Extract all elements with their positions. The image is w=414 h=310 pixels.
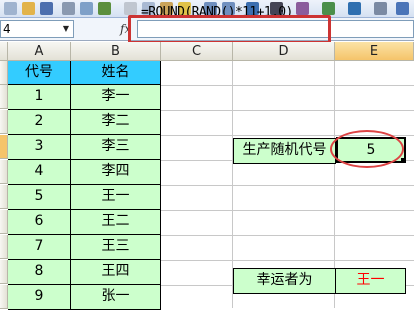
cut-icon[interactable] [124,2,137,15]
code-cell[interactable]: 8 [8,260,71,285]
save-icon[interactable] [40,2,53,15]
name-box-value: 4 [3,22,11,36]
zoom-icon[interactable] [374,2,387,15]
column-header-d[interactable]: D [233,42,335,61]
sort-icon[interactable] [296,2,309,15]
code-cell[interactable]: 3 [8,135,71,160]
row-header[interactable] [0,285,8,309]
code-cell[interactable]: 1 [8,85,71,110]
formula-highlight-box [128,15,331,44]
row-header[interactable] [0,260,8,284]
preview-icon[interactable] [80,2,93,15]
code-cell[interactable]: 2 [8,110,71,135]
lucky-value-cell[interactable]: 王一 [335,268,406,294]
drawing-icon[interactable] [348,2,361,15]
help-icon[interactable] [396,2,409,15]
chevron-down-icon[interactable]: ▼ [60,21,72,36]
row-header[interactable] [0,185,8,209]
code-cell[interactable]: 5 [8,185,71,210]
name-cell[interactable]: 李二 [71,110,161,135]
name-cell[interactable]: 李三 [71,135,161,160]
lucky-label[interactable]: 幸运者为 [233,268,336,294]
fill-handle[interactable] [401,158,406,163]
row-header[interactable] [0,85,8,109]
name-cell[interactable]: 王二 [71,210,161,235]
spelling-icon[interactable] [98,2,111,15]
row-header[interactable] [0,235,8,259]
chart-icon[interactable] [322,2,335,15]
name-cell[interactable]: 李四 [71,160,161,185]
name-cell[interactable]: 王四 [71,260,161,285]
header-cell-name[interactable]: 姓名 [71,61,161,85]
highlight-circle [330,130,404,168]
random-code-label[interactable]: 生产随机代号 [233,138,336,164]
code-cell[interactable]: 7 [8,235,71,260]
row-header[interactable] [0,160,8,184]
row-header[interactable] [0,61,8,85]
new-icon[interactable] [4,2,17,15]
name-cell[interactable]: 王一 [71,185,161,210]
code-cell[interactable]: 4 [8,160,71,185]
code-cell[interactable]: 6 [8,210,71,235]
column-header-e[interactable]: E [335,42,414,61]
column-header-c[interactable]: C [161,42,233,61]
name-cell[interactable]: 王三 [71,235,161,260]
header-cell-code[interactable]: 代号 [8,61,71,85]
name-cell[interactable]: 张一 [71,285,161,310]
select-all-corner[interactable] [0,42,8,61]
open-icon[interactable] [22,2,35,15]
code-cell[interactable]: 9 [8,285,71,310]
row-header[interactable] [0,210,8,234]
column-header-a[interactable]: A [8,42,71,61]
row-header[interactable] [0,110,8,134]
name-cell[interactable]: 李一 [71,85,161,110]
row-header[interactable] [0,135,8,159]
print-icon[interactable] [62,2,75,15]
column-header-b[interactable]: B [71,42,161,61]
